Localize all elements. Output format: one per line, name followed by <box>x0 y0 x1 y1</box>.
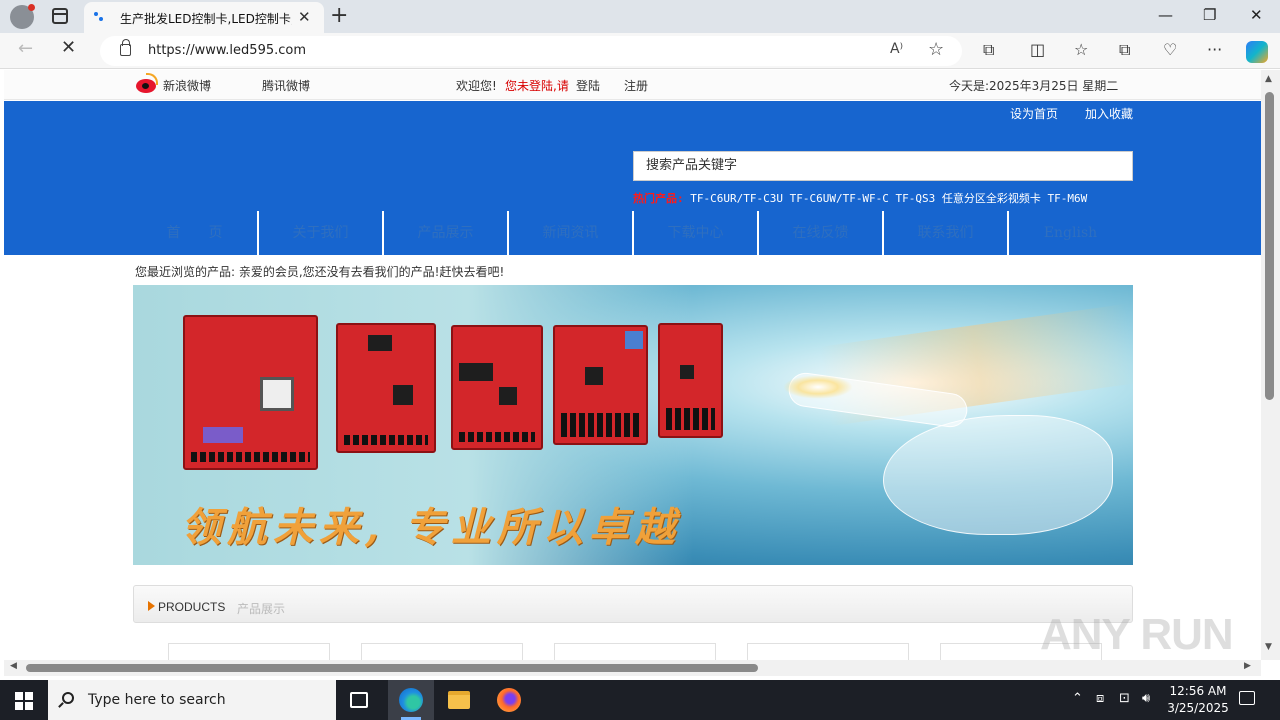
extensions-icon[interactable]: ⧉ <box>983 40 994 60</box>
url-text[interactable]: https://www.led595.com <box>148 43 306 58</box>
nav-home[interactable]: 首 页 <box>132 211 257 255</box>
welcome-text: 欢迎您! <box>456 79 497 93</box>
vertical-scrollbar[interactable]: ▲ ▼ <box>1261 70 1280 660</box>
firefox-icon[interactable] <box>497 688 521 712</box>
site-favicon-icon <box>94 12 104 22</box>
url-field[interactable]: https://www.led595.com A⁾ ☆ <box>100 36 962 66</box>
tray-device-icon[interactable]: ⧈ <box>1096 691 1104 706</box>
not-logged-text: 您未登陆,请 <box>505 79 569 93</box>
web-page: 新浪微博 腾讯微博 欢迎您! 您未登陆,请 登陆 注册 今天是:2025年3月2… <box>4 70 1261 660</box>
scroll-right-icon[interactable]: ▶ <box>1244 661 1251 671</box>
scroll-up-icon[interactable]: ▲ <box>1265 74 1272 84</box>
file-explorer-icon[interactable] <box>448 691 470 709</box>
nav-english[interactable]: English <box>1007 211 1132 255</box>
nav-news[interactable]: 新闻资讯 <box>507 211 632 255</box>
browser-essentials-icon[interactable]: ♡ <box>1163 40 1177 59</box>
notifications-icon[interactable] <box>1239 691 1255 705</box>
taskbar-clock[interactable]: 12:56 AM 3/25/2025 <box>1162 683 1234 717</box>
hot-products-line: 热门产品: TF-C6UR/TF-C3U TF-C6UW/TF-WF-C TF-… <box>633 190 1087 206</box>
product-card[interactable] <box>554 643 716 660</box>
task-view-icon[interactable] <box>350 692 368 708</box>
set-home-link[interactable]: 设为首页 <box>1010 105 1058 122</box>
fingertip-glow <box>783 375 853 399</box>
weibo-icon[interactable] <box>134 73 160 95</box>
more-menu-icon[interactable]: ··· <box>1207 40 1222 59</box>
volume-icon[interactable]: 🔊︎ <box>1142 691 1150 706</box>
anyrun-watermark: ANY RUN <box>1040 610 1234 659</box>
hot-products-links[interactable]: TF-C6UR/TF-C3U TF-C6UW/TF-WF-C TF-QS3 任意… <box>690 192 1087 205</box>
browser-tab-bar: 生产批发LED控制卡,LED控制卡,G ✕ + — ❐ ✕ <box>0 0 1280 33</box>
control-card-image <box>553 325 648 445</box>
network-icon[interactable]: ⊡ <box>1119 691 1130 706</box>
add-favorite-link[interactable]: 加入收藏 <box>1085 105 1133 122</box>
banner-image[interactable]: 领航未来, 专业所以卓越 <box>133 285 1133 565</box>
product-search-input[interactable]: 搜索产品关键字 <box>633 151 1133 181</box>
product-card[interactable] <box>168 643 330 660</box>
new-tab-button[interactable]: + <box>330 3 348 28</box>
window-maximize-button[interactable]: ❐ <box>1203 6 1216 24</box>
horizontal-scrollbar[interactable]: ◀ ▶ <box>4 660 1261 676</box>
vertical-scroll-thumb[interactable] <box>1265 92 1274 400</box>
top-strip: 新浪微博 腾讯微博 欢迎您! 您未登陆,请 登陆 注册 今天是:2025年3月2… <box>4 70 1261 100</box>
copilot-icon[interactable] <box>1246 41 1268 63</box>
scroll-down-icon[interactable]: ▼ <box>1265 642 1272 652</box>
products-title-en: PRODUCTS <box>158 600 226 614</box>
window-minimize-button[interactable]: — <box>1158 6 1173 24</box>
clock-time: 12:56 AM <box>1169 684 1227 698</box>
favorite-star-icon[interactable]: ☆ <box>928 39 944 60</box>
weibo-link[interactable]: 新浪微博 <box>163 77 211 94</box>
control-card-image <box>183 315 318 470</box>
nav-about[interactable]: 关于我们 <box>257 211 382 255</box>
edge-icon <box>399 688 423 712</box>
lock-icon[interactable] <box>120 39 131 56</box>
tab-title: 生产批发LED控制卡,LED控制卡,G <box>120 12 292 26</box>
recently-viewed-text: 您最近浏览的产品: 亲爱的会员,您还没有去看我们的产品!赶快去看吧! <box>135 265 505 279</box>
date-text: 今天是:2025年3月25日 星期二 <box>949 79 1119 93</box>
tab-actions-icon[interactable] <box>52 8 68 24</box>
control-card-image <box>451 325 543 450</box>
tab-close-icon[interactable]: ✕ <box>298 8 311 26</box>
edge-taskbar-button[interactable] <box>388 680 434 720</box>
main-nav: 首 页 关于我们 产品展示 新闻资讯 下载中心 在线反馈 联系我们 Englis… <box>132 211 1132 255</box>
products-section-header: PRODUCTS 产品展示 <box>133 585 1133 623</box>
browser-tab-active[interactable]: 生产批发LED控制卡,LED控制卡,G ✕ <box>84 2 324 33</box>
search-icon <box>62 692 74 704</box>
nav-contact[interactable]: 联系我们 <box>882 211 1007 255</box>
scroll-left-icon[interactable]: ◀ <box>10 661 17 671</box>
taskbar: Type here to search ⌃ ⧈ ⊡ 🔊︎ 12:56 AM 3/… <box>0 680 1280 720</box>
hot-products-label: 热门产品: <box>633 192 684 205</box>
split-screen-icon[interactable]: ◫ <box>1030 40 1045 59</box>
clock-date: 3/25/2025 <box>1167 701 1229 715</box>
favorites-icon[interactable]: ☆ <box>1074 40 1088 59</box>
taskbar-search-text[interactable]: Type here to search <box>88 692 226 708</box>
login-link[interactable]: 登陆 <box>576 77 600 94</box>
collections-icon[interactable]: ⧉ <box>1119 40 1130 60</box>
browser-address-bar: ← ✕ https://www.led595.com A⁾ ☆ ⧉ ◫ ☆ ⧉ … <box>0 33 1280 69</box>
products-title-cn: 产品展示 <box>237 602 286 616</box>
nav-feedback[interactable]: 在线反馈 <box>757 211 882 255</box>
banner-slogan: 领航未来, 专业所以卓越 <box>181 504 681 551</box>
back-button[interactable]: ← <box>18 38 33 59</box>
horizontal-scroll-thumb[interactable] <box>26 664 758 672</box>
control-card-image <box>336 323 436 453</box>
nav-downloads[interactable]: 下载中心 <box>632 211 757 255</box>
profile-avatar-icon[interactable] <box>10 4 35 29</box>
tencent-weibo-link[interactable]: 腾讯微博 <box>262 77 310 94</box>
register-link[interactable]: 注册 <box>624 77 648 94</box>
window-close-button[interactable]: ✕ <box>1250 6 1263 24</box>
windows-start-icon[interactable] <box>15 692 33 710</box>
product-card[interactable] <box>747 643 909 660</box>
read-aloud-icon[interactable]: A⁾ <box>890 41 903 57</box>
tray-chevron-up-icon[interactable]: ⌃ <box>1072 691 1083 706</box>
arrow-right-icon <box>148 601 155 611</box>
control-card-image <box>658 323 723 438</box>
site-header: 设为首页 加入收藏 搜索产品关键字 热门产品: TF-C6UR/TF-C3U T… <box>4 101 1261 255</box>
nav-products[interactable]: 产品展示 <box>382 211 507 255</box>
taskbar-search-box[interactable]: Type here to search <box>48 680 336 720</box>
product-card[interactable] <box>361 643 523 660</box>
stop-loading-button[interactable]: ✕ <box>61 37 76 58</box>
